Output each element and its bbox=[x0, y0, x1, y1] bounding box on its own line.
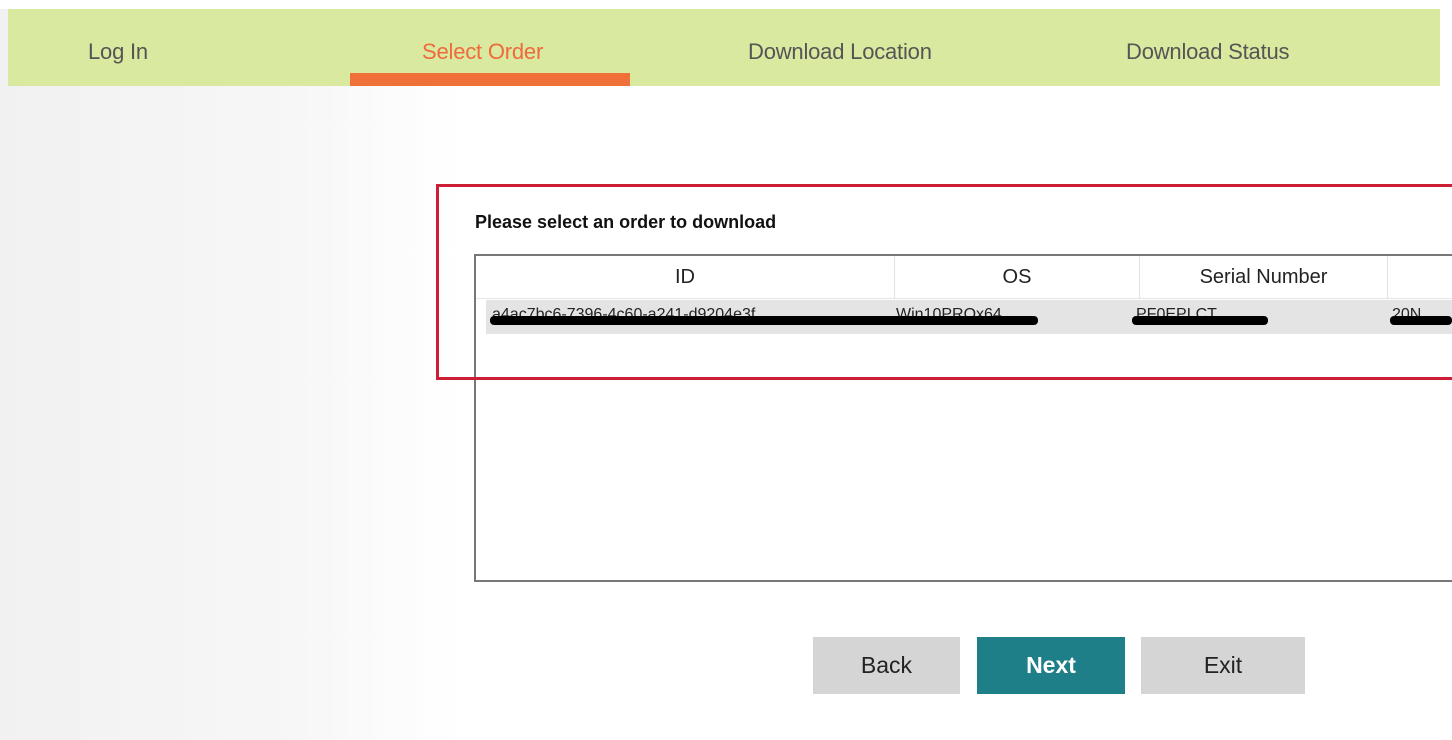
wizard-step-bar: Log In Select Order Download Location Do… bbox=[8, 9, 1440, 86]
highlight-annotation-box bbox=[436, 184, 1452, 380]
active-step-indicator bbox=[350, 73, 630, 86]
exit-button[interactable]: Exit bbox=[1141, 637, 1305, 694]
step-log-in: Log In bbox=[88, 39, 148, 64]
top-strip bbox=[0, 0, 1452, 9]
step-download-location: Download Location bbox=[748, 39, 932, 64]
next-button[interactable]: Next bbox=[977, 637, 1125, 694]
step-download-status: Download Status bbox=[1126, 39, 1290, 64]
back-button[interactable]: Back bbox=[813, 637, 960, 694]
step-select-order: Select Order bbox=[422, 39, 544, 64]
